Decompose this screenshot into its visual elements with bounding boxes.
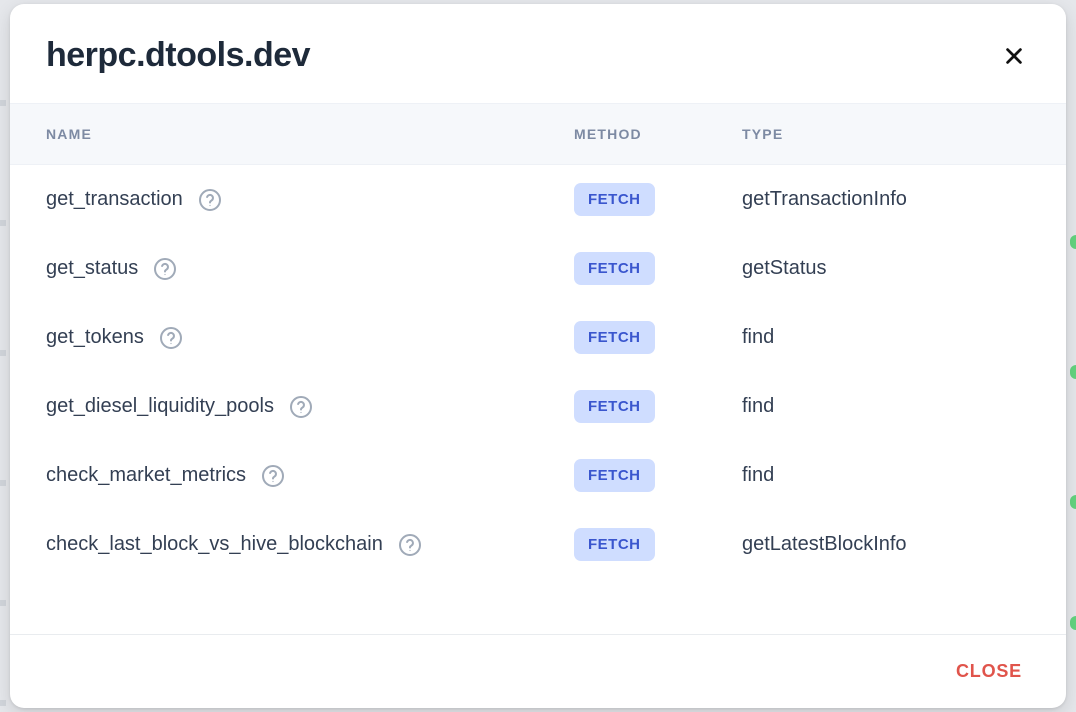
- method-cell: FETCH: [574, 528, 734, 561]
- background-fragment: [0, 480, 6, 486]
- table: NAME METHOD TYPE get_transactionFETCHget…: [10, 103, 1066, 634]
- endpoint-name: get_diesel_liquidity_pools: [46, 395, 274, 418]
- fetch-button[interactable]: FETCH: [574, 459, 655, 492]
- background-fragment: [0, 600, 6, 606]
- method-cell: FETCH: [574, 252, 734, 285]
- modal-title: herpc.dtools.dev: [46, 36, 310, 75]
- background-fragment: [0, 100, 6, 106]
- column-header-status: [1050, 126, 1066, 142]
- method-cell: FETCH: [574, 183, 734, 216]
- help-icon[interactable]: [152, 256, 178, 282]
- background-fragment: [1070, 365, 1076, 379]
- help-icon[interactable]: [288, 394, 314, 420]
- method-cell: FETCH: [574, 321, 734, 354]
- table-row: get_status FETCH getStatus: [10, 234, 1066, 303]
- type-cell: getStatus: [742, 257, 1042, 280]
- method-cell: FETCH: [574, 390, 734, 423]
- modal-footer: CLOSE: [10, 634, 1066, 708]
- background-fragment: [0, 700, 6, 706]
- name-cell: get_transaction: [46, 187, 566, 213]
- column-header-method: METHOD: [574, 126, 734, 142]
- status-cell: [1050, 398, 1066, 416]
- fetch-button[interactable]: FETCH: [574, 252, 655, 285]
- endpoint-name: get_tokens: [46, 326, 144, 349]
- name-cell: get_tokens: [46, 325, 566, 351]
- name-cell: get_status: [46, 256, 566, 282]
- table-body: get_transactionFETCHgetTransactionInfoge…: [10, 165, 1066, 634]
- endpoint-name: get_status: [46, 257, 138, 280]
- fetch-button[interactable]: FETCH: [574, 321, 655, 354]
- modal-header: herpc.dtools.dev: [10, 4, 1066, 103]
- help-icon[interactable]: [397, 532, 423, 558]
- help-icon[interactable]: [158, 325, 184, 351]
- type-cell: find: [742, 326, 1042, 349]
- type-cell: getLatestBlockInfo: [742, 533, 1042, 556]
- close-icon[interactable]: [998, 40, 1030, 72]
- table-row: get_transaction FETCH getTransactionInfo: [10, 165, 1066, 234]
- help-icon[interactable]: [260, 463, 286, 489]
- help-icon[interactable]: [197, 187, 223, 213]
- status-cell: [1050, 191, 1066, 209]
- fetch-button[interactable]: FETCH: [574, 183, 655, 216]
- type-cell: find: [742, 395, 1042, 418]
- name-cell: check_market_metrics: [46, 463, 566, 489]
- background-fragment: [0, 350, 6, 356]
- background-fragment: [1070, 616, 1076, 630]
- status-cell: [1050, 329, 1066, 347]
- table-row: check_market_metrics FETCH find: [10, 441, 1066, 510]
- close-button[interactable]: CLOSE: [946, 655, 1032, 688]
- background-fragment: [1070, 235, 1076, 249]
- column-header-type: TYPE: [742, 126, 1042, 142]
- background-fragment: [1070, 495, 1076, 509]
- table-row: get_diesel_liquidity_pools FETCH find: [10, 372, 1066, 441]
- modal-dialog: herpc.dtools.dev NAME METHOD TYPE get_tr…: [10, 4, 1066, 708]
- endpoint-name: get_transaction: [46, 188, 183, 211]
- background-fragment: [0, 220, 6, 226]
- fetch-button[interactable]: FETCH: [574, 390, 655, 423]
- status-cell: [1050, 467, 1066, 485]
- fetch-button[interactable]: FETCH: [574, 528, 655, 561]
- table-row: get_tokens FETCH find: [10, 303, 1066, 372]
- status-cell: [1050, 536, 1066, 554]
- endpoint-name: check_market_metrics: [46, 464, 246, 487]
- name-cell: get_diesel_liquidity_pools: [46, 394, 566, 420]
- name-cell: check_last_block_vs_hive_blockchain: [46, 532, 566, 558]
- status-cell: [1050, 260, 1066, 278]
- table-header-row: NAME METHOD TYPE: [10, 103, 1066, 165]
- column-header-name: NAME: [46, 126, 566, 142]
- table-row: check_last_block_vs_hive_blockchain FETCH…: [10, 510, 1066, 579]
- endpoint-name: check_last_block_vs_hive_blockchain: [46, 533, 383, 556]
- type-cell: find: [742, 464, 1042, 487]
- type-cell: getTransactionInfo: [742, 188, 1042, 211]
- method-cell: FETCH: [574, 459, 734, 492]
